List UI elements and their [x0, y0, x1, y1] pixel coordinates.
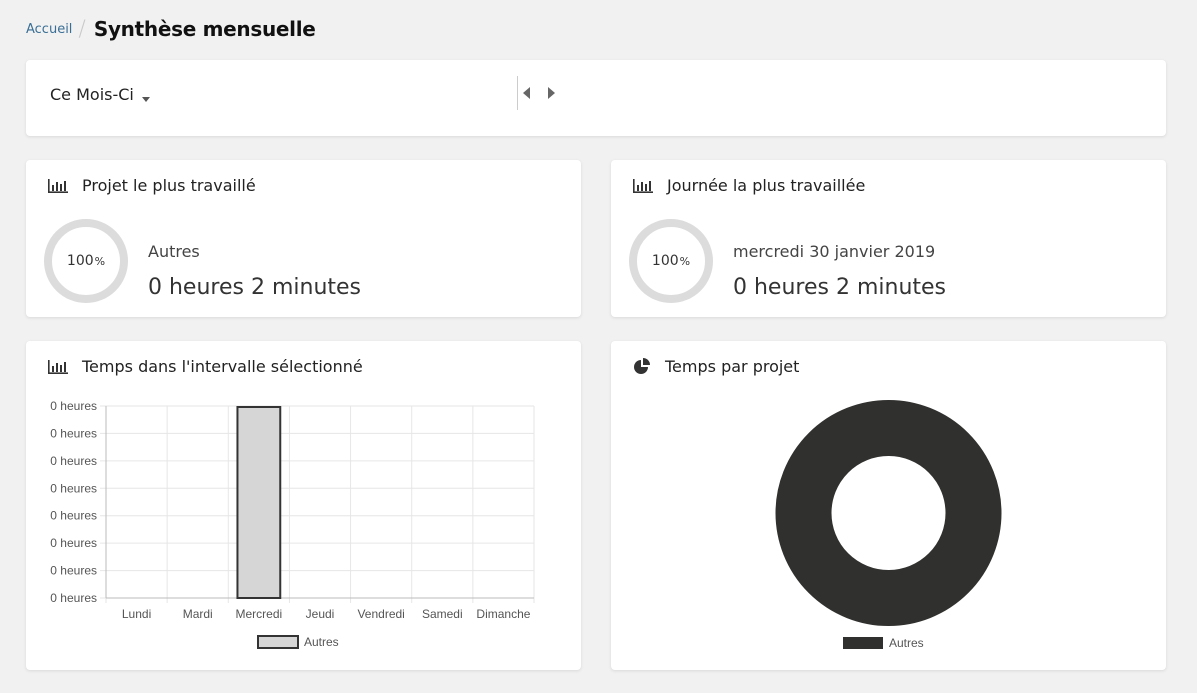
project-duration: 0 heures 2 minutes: [148, 275, 362, 300]
y-tick-label: 0 heures: [50, 481, 97, 495]
day-duration: 0 heures 2 minutes: [733, 275, 947, 300]
interval-bar-chart: 0 heures 0 heures 0 heures 0 heures 0 heures…: [50, 399, 535, 649]
x-tick-label: Mercredi: [236, 607, 283, 621]
y-tick-label: 0 heures: [50, 564, 97, 578]
card-title: Temps dans l'intervalle sélectionné: [82, 357, 363, 376]
bar-chart-icon: [48, 359, 68, 374]
y-tick-label: 0 heures: [50, 509, 97, 523]
page-title: Synthèse mensuelle: [93, 17, 316, 41]
project-name: Autres: [148, 242, 200, 261]
bar-chart-icon: [48, 178, 68, 193]
period-dropdown-label: Ce Mois-Ci: [50, 85, 134, 104]
card-title: Projet le plus travaillé: [82, 176, 256, 195]
x-tick-label: Mardi: [183, 607, 213, 621]
y-tick-label: 0 heures: [50, 536, 97, 550]
bar-mercredi: [236, 406, 282, 599]
percentage-ring: 100%: [629, 219, 713, 303]
time-per-project-card: Autres Temps par projet: [611, 341, 1166, 670]
y-tick-label: 0 heures: [50, 454, 97, 468]
bar-chart-icon: [633, 178, 653, 193]
percentage-sign: %: [94, 254, 106, 268]
legend-swatch: [257, 635, 299, 649]
x-tick-label: Lundi: [122, 607, 151, 621]
nav-divider: [517, 76, 518, 110]
legend-swatch: [843, 637, 883, 649]
card-title: Journée la plus travaillée: [667, 176, 866, 195]
card-header: Projet le plus travaillé: [48, 176, 256, 195]
breadcrumb: Accueil / Synthèse mensuelle: [26, 14, 316, 44]
x-tick-label: Jeudi: [306, 607, 335, 621]
donut-slice-autres: [775, 400, 1002, 626]
card-header: Journée la plus travaillée: [633, 176, 865, 195]
percentage-value: 100: [66, 253, 94, 269]
most-worked-day-card: Journée la plus travaillée 100% mercredi…: [611, 160, 1166, 317]
card-header: Temps par projet: [633, 357, 799, 376]
y-tick-label: 0 heures: [50, 399, 97, 413]
y-tick-label: 0 heures: [50, 426, 97, 440]
percentage-sign: %: [679, 254, 691, 268]
x-tick-label: Samedi: [422, 607, 463, 621]
y-tick-label: 0 heures: [50, 591, 97, 605]
card-header: Temps dans l'intervalle sélectionné: [48, 357, 363, 376]
caret-down-icon: [141, 97, 150, 102]
day-name: mercredi 30 janvier 2019: [733, 242, 936, 261]
project-donut-chart: Autres: [775, 400, 1002, 650]
card-title: Temps par projet: [665, 357, 800, 376]
percentage-ring: 100%: [44, 219, 128, 303]
legend-label: Autres: [889, 636, 924, 650]
next-period-arrow-icon[interactable]: [548, 87, 555, 99]
interval-time-card: 0 heures 0 heures 0 heures 0 heures 0 heures…: [26, 341, 581, 670]
x-tick-label: Vendredi: [357, 607, 404, 621]
x-tick-label: Dimanche: [476, 607, 530, 621]
pie-chart-icon: [634, 357, 650, 374]
period-filter-card: Ce Mois-Ci: [26, 60, 1166, 136]
breadcrumb-separator: /: [78, 16, 86, 42]
percentage-value: 100: [651, 253, 679, 269]
previous-period-arrow-icon[interactable]: [523, 87, 530, 99]
period-dropdown[interactable]: Ce Mois-Ci: [50, 85, 150, 104]
most-worked-project-card: Projet le plus travaillé 100% Autres 0 h…: [26, 160, 581, 317]
breadcrumb-home-link[interactable]: Accueil: [26, 22, 72, 37]
legend-label: Autres: [304, 635, 339, 649]
